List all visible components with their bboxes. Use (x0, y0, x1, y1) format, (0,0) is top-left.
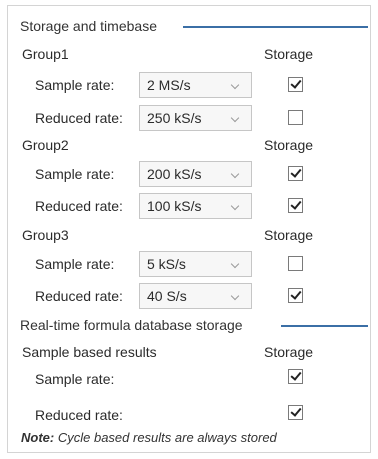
group3-reduced-rate-label: Reduced rate: (35, 288, 123, 304)
group1-label: Group1 (22, 46, 69, 62)
dropdown-value: 40 S/s (147, 288, 187, 304)
chevron-down-icon (230, 201, 240, 211)
group3-sample-rate-dropdown[interactable]: 5 kS/s (139, 251, 252, 277)
dropdown-value: 2 MS/s (147, 77, 191, 93)
section-divider-line (281, 325, 368, 327)
group2-reduced-rate-label: Reduced rate: (35, 198, 123, 214)
chevron-down-icon (230, 259, 240, 269)
chevron-down-icon (230, 80, 240, 90)
chevron-down-icon (230, 113, 240, 123)
chevron-down-icon (230, 169, 240, 179)
dropdown-value: 200 kS/s (147, 166, 202, 182)
note-text: Cycle based results are always stored (57, 430, 277, 445)
realtime-reduced-rate-label: Reduced rate: (35, 407, 123, 423)
group3-reduced-storage-checkbox[interactable] (288, 288, 303, 303)
group2-sample-rate-label: Sample rate: (35, 166, 115, 182)
group1-sample-rate-dropdown[interactable]: 2 MS/s (139, 72, 252, 98)
storage-timebase-title: Storage and timebase (20, 18, 157, 34)
chevron-down-icon (230, 291, 240, 301)
realtime-storage-header: Storage (264, 344, 314, 360)
storage-note: Note: Cycle based results are always sto… (21, 430, 277, 446)
group3-sample-storage-checkbox[interactable] (288, 256, 303, 271)
group3-sample-rate-label: Sample rate: (35, 256, 115, 272)
group1-reduced-rate-label: Reduced rate: (35, 110, 123, 126)
sample-based-results-label: Sample based results (22, 344, 157, 360)
group2-sample-storage-checkbox[interactable] (288, 166, 303, 181)
group2-reduced-storage-checkbox[interactable] (288, 198, 303, 213)
group3-storage-header: Storage (264, 227, 314, 243)
dropdown-value: 5 kS/s (147, 256, 186, 272)
note-prefix: Note: (21, 430, 55, 445)
group2-sample-rate-dropdown[interactable]: 200 kS/s (139, 161, 252, 187)
dropdown-value: 100 kS/s (147, 198, 202, 214)
group1-reduced-storage-checkbox[interactable] (288, 110, 303, 125)
group3-reduced-rate-dropdown[interactable]: 40 S/s (139, 283, 252, 309)
realtime-sample-rate-label: Sample rate: (35, 371, 115, 387)
group2-reduced-rate-dropdown[interactable]: 100 kS/s (139, 193, 252, 219)
section-divider-line (183, 26, 368, 28)
group2-storage-header: Storage (264, 137, 314, 153)
group1-sample-storage-checkbox[interactable] (288, 77, 303, 92)
dropdown-value: 250 kS/s (147, 110, 202, 126)
group1-sample-rate-label: Sample rate: (35, 77, 115, 93)
realtime-sample-storage-checkbox[interactable] (288, 369, 303, 384)
group3-label: Group3 (22, 227, 69, 243)
group1-storage-header: Storage (264, 46, 314, 62)
group1-reduced-rate-dropdown[interactable]: 250 kS/s (139, 105, 252, 131)
realtime-storage-title: Real-time formula database storage (20, 317, 243, 333)
realtime-reduced-storage-checkbox[interactable] (288, 405, 303, 420)
group2-label: Group2 (22, 137, 69, 153)
